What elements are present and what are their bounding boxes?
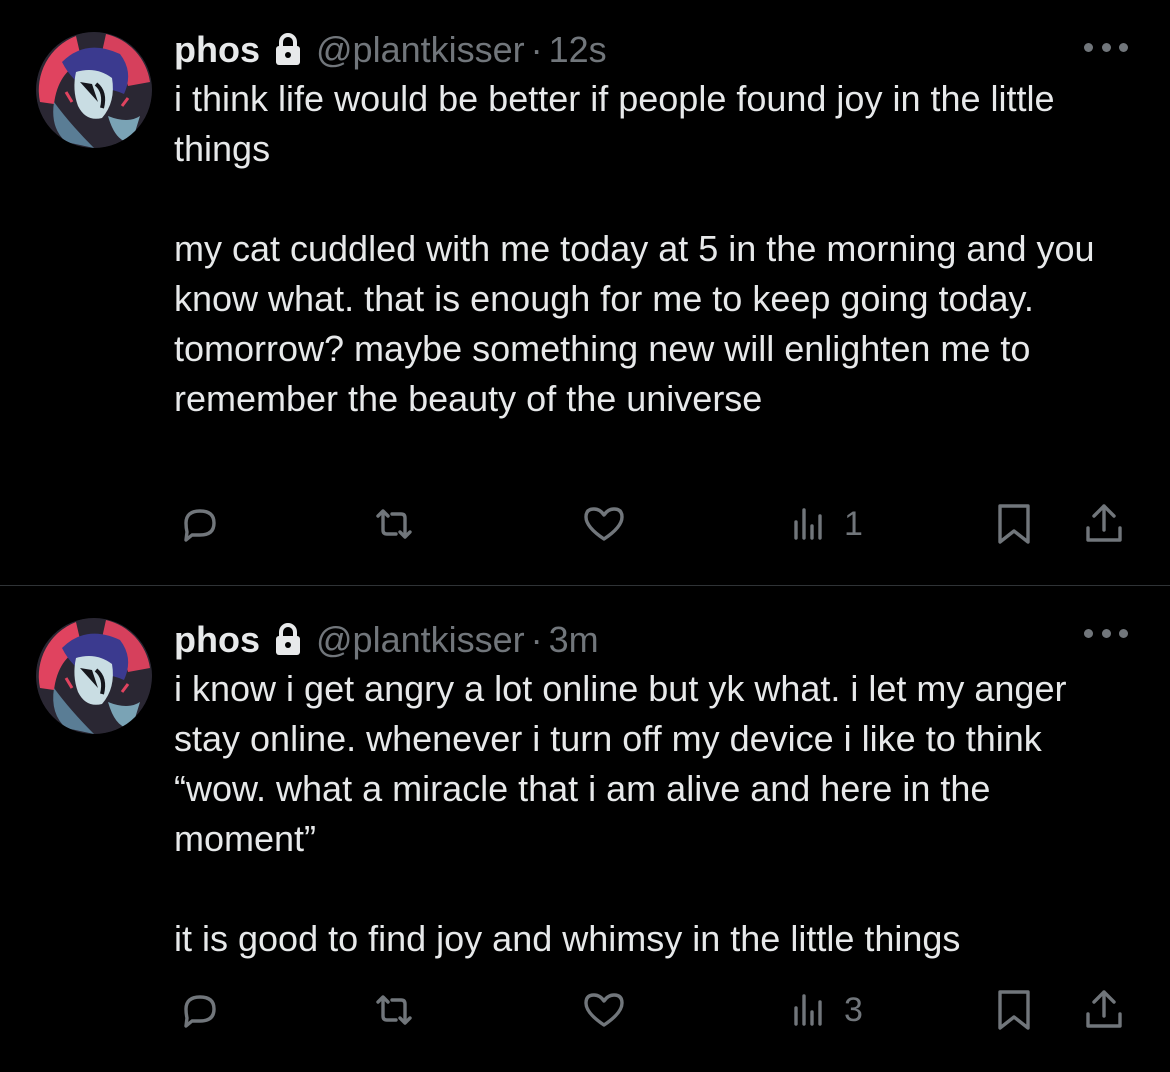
heart-icon (584, 993, 624, 1027)
reply-button[interactable] (178, 988, 222, 1032)
timestamp[interactable]: 12s (549, 29, 607, 71)
lock-icon (274, 33, 302, 67)
like-button[interactable] (582, 502, 626, 546)
display-name[interactable]: phos (174, 619, 260, 661)
like-button[interactable] (582, 988, 626, 1032)
share-button[interactable] (1082, 502, 1126, 546)
bookmark-icon (998, 990, 1030, 1030)
bookmark-icon (998, 504, 1030, 544)
action-bar: 1 (174, 494, 1130, 554)
more-icon[interactable] (1084, 40, 1128, 54)
views-button[interactable]: 1 (786, 502, 863, 546)
tweet[interactable]: phos @plantkisser · 3m i know i get angr… (0, 586, 1170, 1072)
user-handle[interactable]: @plantkisser (316, 619, 525, 661)
tweet-paragraph: my cat cuddled with me today at 5 in the… (174, 228, 1095, 419)
tweet-paragraph: i think life would be better if people f… (174, 78, 1055, 169)
action-bar: 3 (174, 980, 1130, 1040)
user-handle[interactable]: @plantkisser (316, 29, 525, 71)
views-count: 3 (844, 990, 863, 1029)
lock-icon (274, 623, 302, 657)
views-count: 1 (844, 504, 863, 543)
avatar[interactable] (36, 618, 152, 734)
reply-icon (184, 995, 216, 1028)
tweet-header: phos @plantkisser · 3m (174, 616, 1170, 664)
reply-button[interactable] (178, 502, 222, 546)
separator: · (530, 619, 543, 660)
share-icon (1086, 504, 1122, 542)
more-icon[interactable] (1084, 626, 1128, 640)
share-button[interactable] (1082, 988, 1126, 1032)
tweet-header: phos @plantkisser · 12s (174, 26, 1170, 74)
retweet-icon (376, 995, 412, 1025)
views-icon (794, 994, 822, 1026)
heart-icon (584, 507, 624, 541)
tweet-paragraph: i know i get angry a lot online but yk w… (174, 668, 1067, 859)
retweet-button[interactable] (372, 502, 416, 546)
reply-icon (184, 509, 216, 542)
timestamp[interactable]: 3m (549, 619, 599, 661)
retweet-icon (376, 509, 412, 539)
bookmark-button[interactable] (992, 502, 1036, 546)
avatar-image (36, 618, 152, 734)
retweet-button[interactable] (372, 988, 416, 1032)
tweet-text: i think life would be better if people f… (174, 74, 1134, 424)
views-button[interactable]: 3 (786, 988, 863, 1032)
share-icon (1086, 990, 1122, 1028)
display-name[interactable]: phos (174, 29, 260, 71)
avatar-image (36, 32, 152, 148)
tweet[interactable]: phos @plantkisser · 12s i think life wou… (0, 0, 1170, 586)
separator: · (530, 29, 543, 70)
tweet-text: i know i get angry a lot online but yk w… (174, 664, 1134, 964)
avatar[interactable] (36, 32, 152, 148)
tweet-paragraph: it is good to find joy and whimsy in the… (174, 918, 961, 959)
views-icon (794, 508, 822, 540)
bookmark-button[interactable] (992, 988, 1036, 1032)
